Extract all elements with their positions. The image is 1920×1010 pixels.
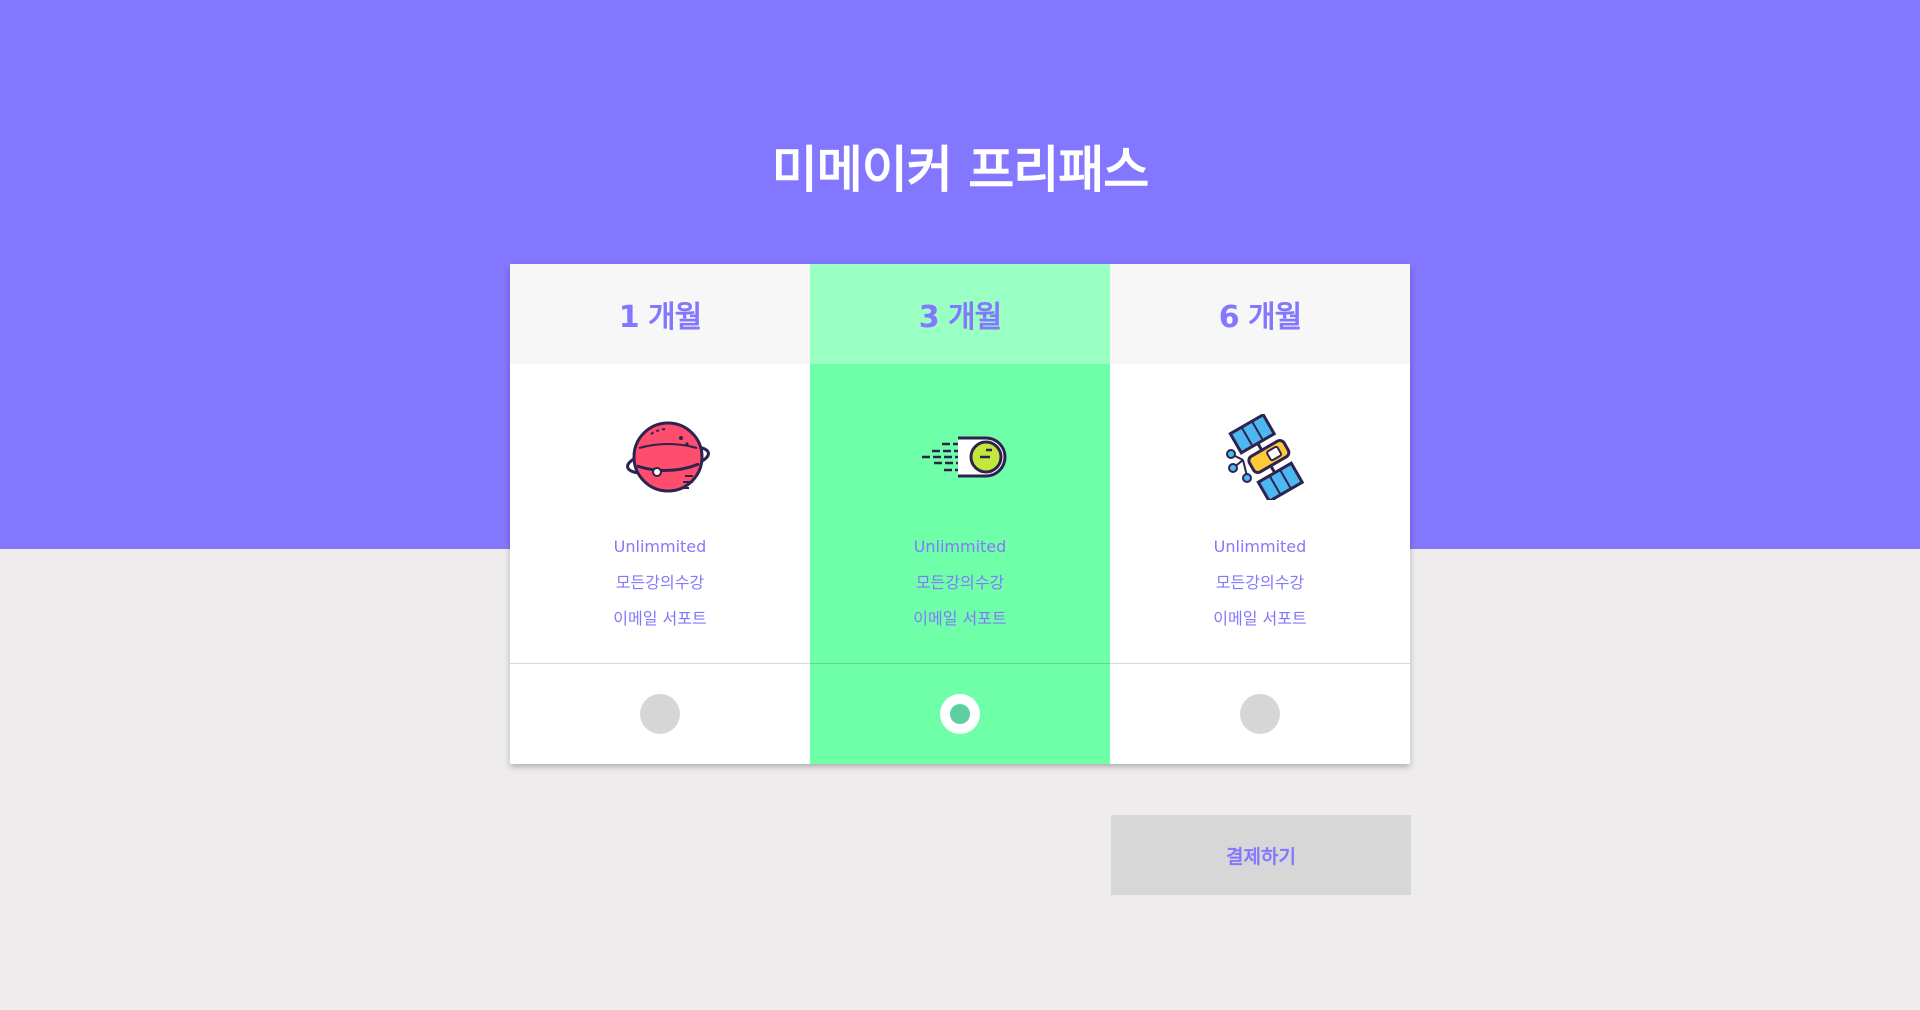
plan-card-3-month[interactable]: 3 개월 Unlimmited 모든강의수강 이메일 서포트 <box>810 264 1110 764</box>
plan-header: 6 개월 <box>1110 264 1410 364</box>
feature-item: 이메일 서포트 <box>913 609 1007 628</box>
page-title: 미메이커 프리패스 <box>771 141 1149 199</box>
plan-header: 1 개월 <box>510 264 810 364</box>
feature-item: Unlimmited <box>913 537 1007 556</box>
plan-header: 3 개월 <box>810 264 1110 364</box>
feature-list: Unlimmited 모든강의수강 이메일 서포트 <box>1110 529 1410 637</box>
feature-item: 모든강의수강 <box>915 573 1005 592</box>
plan-name: 6 개월 <box>1218 300 1303 335</box>
plan-card-6-month[interactable]: 6 개월 Unlimmited 모든강의수강 이메일 서포트 <box>1110 264 1410 764</box>
feature-item: 이메일 서포트 <box>613 609 707 628</box>
feature-item: 모든강의수강 <box>615 573 705 592</box>
plan-name: 1 개월 <box>618 300 703 335</box>
plan-radio-button[interactable] <box>1240 694 1280 734</box>
plan-body: Unlimmited 모든강의수강 이메일 서포트 <box>810 364 1110 664</box>
feature-item: 모든강의수강 <box>1215 573 1305 592</box>
feature-list: Unlimmited 모든강의수강 이메일 서포트 <box>810 529 1110 637</box>
plan-footer <box>1110 664 1410 764</box>
feature-item: Unlimmited <box>613 537 707 556</box>
planet-icon <box>626 421 710 493</box>
plan-table: 1 개월 Unlimmited 모든강의수강 이메일 서포트 3 개월 Unli… <box>510 264 1410 764</box>
plan-footer <box>810 664 1110 764</box>
plan-body: Unlimmited 모든강의수강 이메일 서포트 <box>1110 364 1410 664</box>
pay-button[interactable]: 결제하기 <box>1111 815 1411 895</box>
plan-radio-button[interactable] <box>640 694 680 734</box>
feature-list: Unlimmited 모든강의수강 이메일 서포트 <box>510 529 810 637</box>
plan-name: 3 개월 <box>918 300 1003 335</box>
plan-radio-button[interactable] <box>940 694 980 734</box>
satellite-icon <box>1226 414 1305 500</box>
plan-body: Unlimmited 모든강의수강 이메일 서포트 <box>510 364 810 664</box>
feature-item: Unlimmited <box>1213 537 1307 556</box>
feature-item: 이메일 서포트 <box>1213 609 1307 628</box>
comet-icon <box>922 436 1007 478</box>
plan-footer <box>510 664 810 764</box>
plan-card-1-month[interactable]: 1 개월 Unlimmited 모든강의수강 이메일 서포트 <box>510 264 810 764</box>
